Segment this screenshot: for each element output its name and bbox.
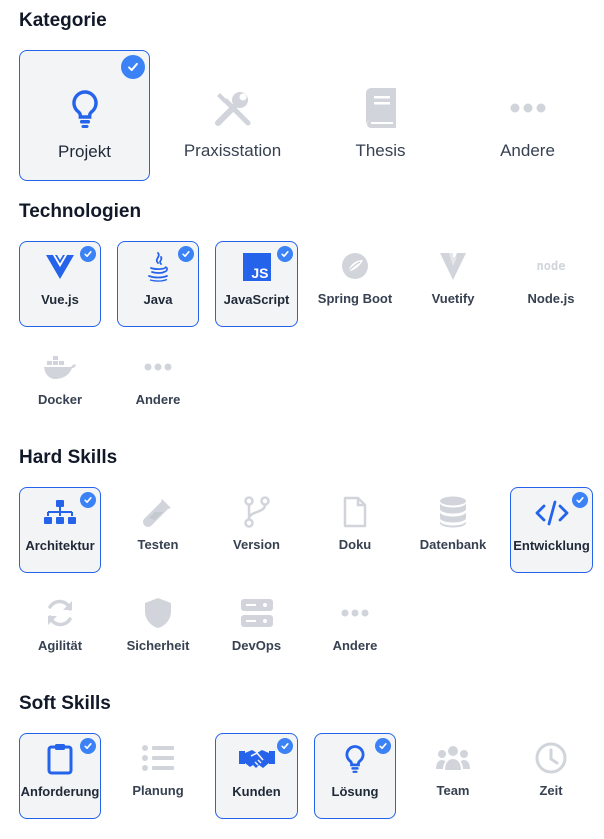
- hardskill-label: Entwicklung: [513, 538, 590, 553]
- section-title-soft-skills: Soft Skills: [19, 693, 111, 714]
- tech-label: Vuetify: [431, 291, 475, 306]
- file-icon: [314, 496, 396, 528]
- hardskill-label: Doku: [338, 537, 372, 552]
- hardskill-option-agilitaet[interactable]: Agilität: [19, 588, 101, 674]
- category-label: Projekt: [58, 142, 111, 161]
- javascript-icon: JS: [216, 251, 297, 283]
- lightbulb-icon: [20, 87, 149, 131]
- tech-option-vuejs[interactable]: Vue.js: [19, 241, 101, 327]
- category-option-projekt[interactable]: Projekt: [19, 50, 150, 181]
- hardskill-option-datenbank[interactable]: Datenbank: [412, 487, 494, 573]
- hardskill-label: Agilität: [37, 638, 83, 653]
- softskill-option-team[interactable]: Team: [412, 733, 494, 819]
- book-icon: [315, 86, 446, 130]
- docker-icon: [19, 351, 101, 383]
- node-icon-text: node: [536, 259, 566, 273]
- hardskill-option-version[interactable]: Version: [215, 487, 298, 573]
- more-icon: [314, 597, 396, 629]
- flask-icon: [117, 496, 199, 528]
- softskill-label: Zeit: [539, 783, 563, 798]
- category-label: Thesis: [355, 141, 406, 160]
- branch-icon: [215, 496, 298, 528]
- more-icon: [462, 86, 593, 130]
- clock-icon: [510, 742, 592, 774]
- tech-label: Docker: [37, 392, 83, 407]
- handshake-icon: [216, 743, 297, 775]
- softskill-option-zeit[interactable]: Zeit: [510, 733, 592, 819]
- hardskill-option-doku[interactable]: Doku: [314, 487, 396, 573]
- node-icon: node: [510, 250, 592, 282]
- tech-option-spring-boot[interactable]: Spring Boot: [314, 241, 396, 327]
- softskill-option-loesung[interactable]: Lösung: [314, 733, 396, 819]
- category-option-thesis[interactable]: Thesis: [315, 50, 446, 181]
- sitemap-icon: [20, 497, 100, 529]
- clipboard-icon: [20, 743, 100, 775]
- tech-option-nodejs[interactable]: node Node.js: [510, 241, 592, 327]
- hardskill-option-andere[interactable]: Andere: [314, 588, 396, 674]
- hardskill-option-sicherheit[interactable]: Sicherheit: [117, 588, 199, 674]
- java-icon: [118, 251, 198, 283]
- hardskill-label: Datenbank: [419, 537, 487, 552]
- hardskill-label: Andere: [332, 638, 378, 653]
- category-label: Praxisstation: [183, 141, 282, 160]
- check-icon: [121, 55, 145, 79]
- hardskill-label: DevOps: [231, 638, 282, 653]
- list-icon: [117, 742, 199, 774]
- javascript-icon-text: JS: [251, 265, 269, 281]
- softskill-label: Anforderung: [20, 784, 100, 799]
- shield-icon: [117, 597, 199, 629]
- section-title-technologien: Technologien: [19, 201, 142, 222]
- vuetify-icon: [412, 250, 494, 282]
- tech-option-docker[interactable]: Docker: [19, 342, 101, 428]
- hardskill-label: Sicherheit: [126, 638, 190, 653]
- tech-option-java[interactable]: Java: [117, 241, 199, 327]
- softskill-label: Lösung: [331, 784, 379, 799]
- database-icon: [412, 496, 494, 528]
- hardskill-label: Architektur: [25, 538, 95, 553]
- tech-option-andere[interactable]: Andere: [117, 342, 199, 428]
- softskill-label: Planung: [132, 783, 184, 798]
- hardskill-option-devops[interactable]: DevOps: [215, 588, 298, 674]
- category-option-praxisstation[interactable]: Praxisstation: [167, 50, 298, 181]
- tech-label: JavaScript: [223, 292, 290, 307]
- tools-icon: [167, 86, 298, 130]
- sync-icon: [19, 597, 101, 629]
- softskill-option-kunden[interactable]: Kunden: [215, 733, 298, 819]
- server-icon: [215, 597, 298, 629]
- hardskill-label: Testen: [137, 537, 179, 552]
- softskill-label: Kunden: [232, 784, 281, 799]
- vue-icon: [20, 251, 100, 283]
- section-title-hard-skills: Hard Skills: [19, 447, 118, 468]
- tech-label: Andere: [135, 392, 181, 407]
- code-icon: [511, 497, 592, 529]
- lightbulb-icon: [315, 743, 395, 775]
- softskill-label: Team: [436, 783, 470, 798]
- category-option-andere[interactable]: Andere: [462, 50, 593, 181]
- more-icon: [117, 351, 199, 383]
- tech-label: Spring Boot: [317, 291, 393, 306]
- tech-option-javascript[interactable]: JS JavaScript: [215, 241, 298, 327]
- hardskill-option-testen[interactable]: Testen: [117, 487, 199, 573]
- tech-label: Java: [143, 292, 173, 307]
- hardskill-option-architektur[interactable]: Architektur: [19, 487, 101, 573]
- tech-label: Node.js: [527, 291, 575, 306]
- softskill-option-anforderung[interactable]: Anforderung: [19, 733, 101, 819]
- spring-icon: [314, 250, 396, 282]
- users-icon: [412, 742, 494, 774]
- tech-label: Vue.js: [41, 292, 79, 307]
- category-label: Andere: [500, 141, 555, 160]
- softskill-option-planung[interactable]: Planung: [117, 733, 199, 819]
- hardskill-label: Version: [233, 537, 280, 552]
- tech-option-vuetify[interactable]: Vuetify: [412, 241, 494, 327]
- section-title-kategorie: Kategorie: [19, 10, 107, 31]
- hardskill-option-entwicklung[interactable]: Entwicklung: [510, 487, 593, 573]
